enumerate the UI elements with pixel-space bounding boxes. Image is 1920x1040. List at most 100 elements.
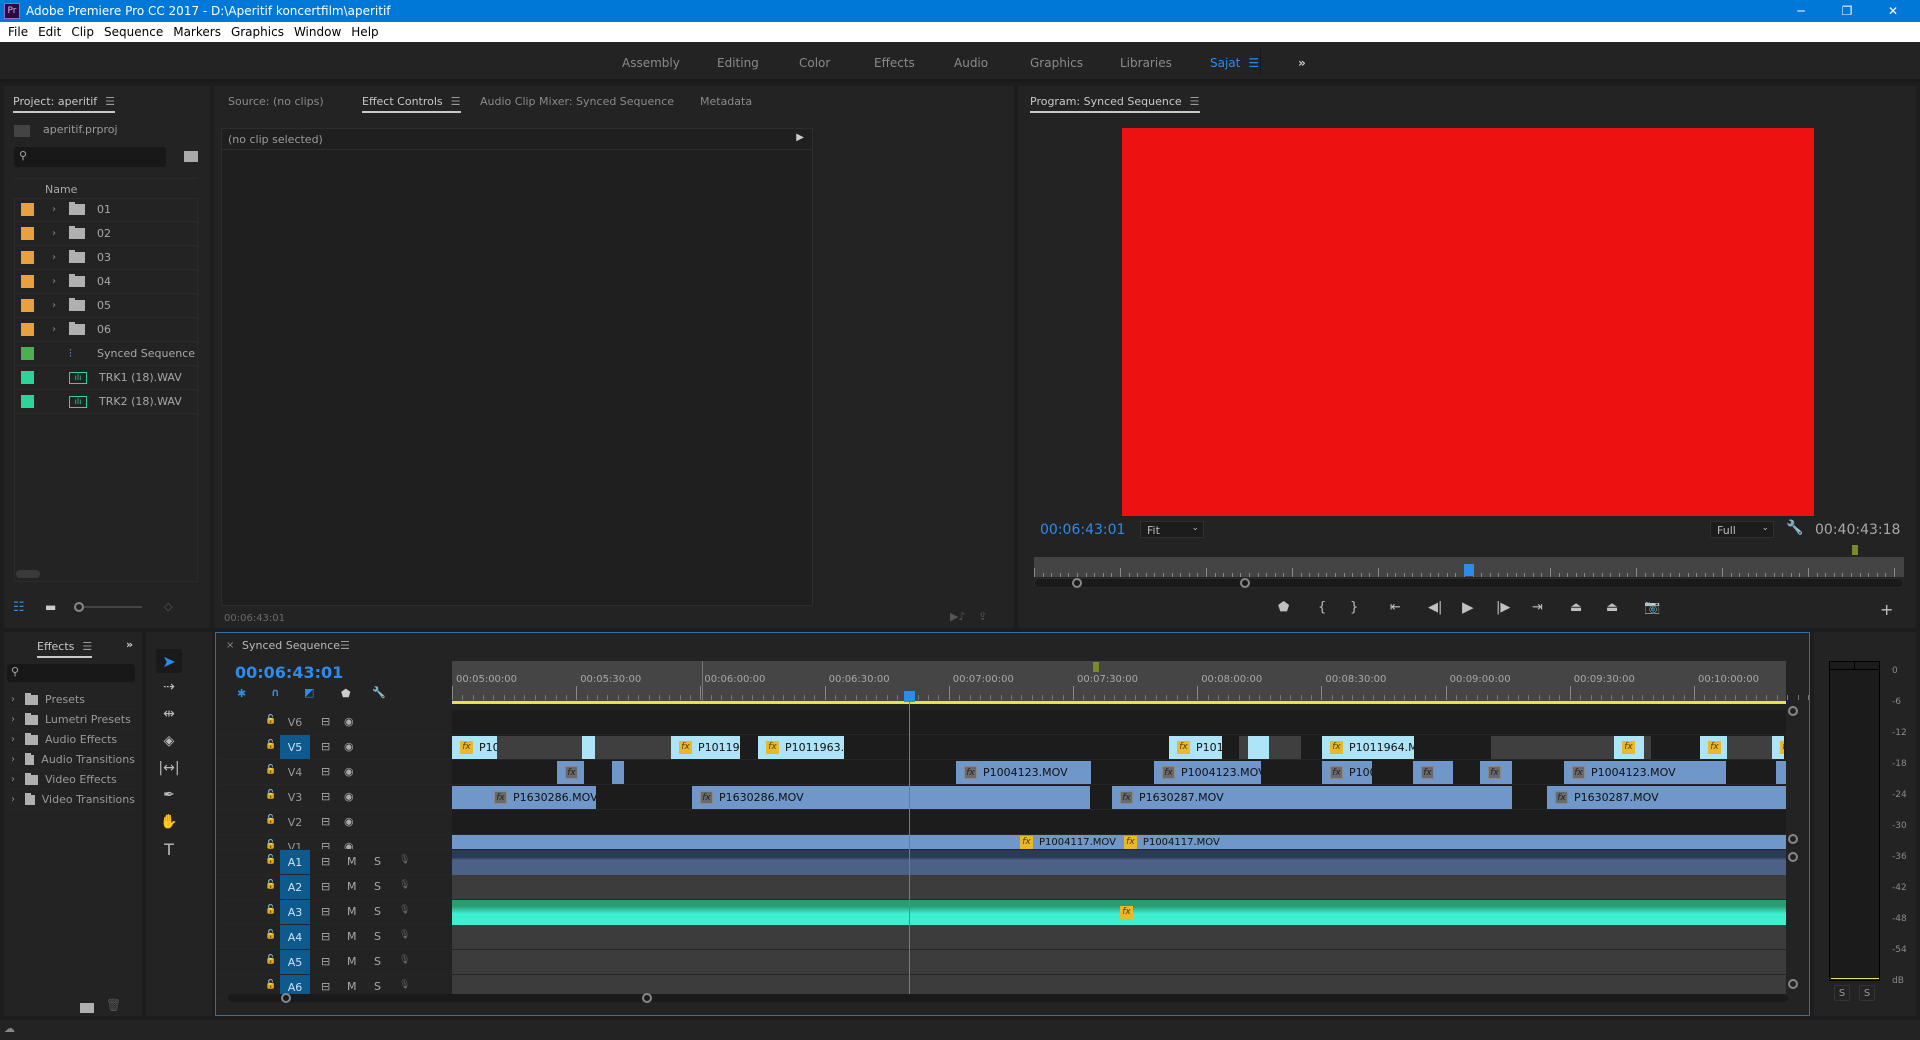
chevron-right-icon[interactable]: ›: [11, 734, 15, 745]
linked-selection-icon[interactable]: ◩: [304, 686, 314, 699]
effects-folder[interactable]: › Audio Effects: [7, 730, 135, 750]
vertical-zoom-handle[interactable]: [1788, 979, 1798, 989]
timeline-playhead-handle[interactable]: [904, 691, 915, 702]
sync-lock-icon[interactable]: ⊟: [321, 980, 330, 993]
tab-source[interactable]: Source: (no clips): [228, 95, 324, 108]
voice-over-mic-icon[interactable]: 🎙: [399, 955, 410, 965]
track-target-v3[interactable]: V3: [280, 785, 310, 809]
chevron-right-icon[interactable]: ›: [11, 794, 15, 805]
vertical-zoom-handle[interactable]: [1788, 852, 1798, 862]
slip-tool-icon[interactable]: |↔|: [156, 756, 182, 780]
track-lane-v6[interactable]: [452, 710, 1786, 735]
extract-icon[interactable]: ⏏: [1606, 600, 1618, 615]
horizontal-scrollbar[interactable]: [16, 570, 40, 578]
eye-icon[interactable]: ◉: [344, 765, 354, 778]
zoom-scrollbar-handle-right[interactable]: [1240, 578, 1250, 588]
program-playhead[interactable]: [1464, 564, 1474, 576]
type-tool-icon[interactable]: T: [156, 837, 182, 861]
menu-icon[interactable]: ☰: [82, 640, 92, 653]
eye-icon[interactable]: ◉: [344, 740, 354, 753]
sync-lock-icon[interactable]: ⊟: [321, 955, 330, 968]
timeline-clip[interactable]: [612, 761, 624, 784]
export-frame-camera-icon[interactable]: 📷: [1644, 600, 1660, 615]
menu-icon[interactable]: ☰: [105, 95, 115, 108]
lift-icon[interactable]: ⏏: [1570, 600, 1582, 615]
chevron-right-icon[interactable]: ›: [11, 774, 15, 785]
timeline-clip[interactable]: fx P101: [1169, 736, 1222, 759]
sync-lock-icon[interactable]: ⊟: [321, 855, 330, 868]
lock-icon[interactable]: 🔓: [265, 980, 276, 990]
solo-button[interactable]: S: [374, 905, 381, 918]
voice-over-mic-icon[interactable]: 🎙: [399, 980, 410, 990]
lock-icon[interactable]: 🔓: [265, 815, 276, 825]
maximize-button[interactable]: ❐: [1826, 0, 1868, 22]
effects-folder[interactable]: › Video Effects: [7, 770, 135, 790]
zoom-level-select[interactable]: Fit ⌄: [1140, 521, 1204, 538]
hand-tool-icon[interactable]: ✋: [156, 810, 182, 834]
solo-button[interactable]: S: [374, 930, 381, 943]
close-button[interactable]: ✕: [1872, 0, 1914, 22]
pen-tool-icon[interactable]: ✒: [156, 783, 182, 807]
workspace-graphics[interactable]: Graphics: [1030, 56, 1083, 70]
bin-up-icon[interactable]: [14, 125, 30, 137]
audio-only-icon[interactable]: ▶♪: [950, 610, 965, 623]
zoom-slider-handle[interactable]: [74, 602, 84, 612]
track-select-tool-icon[interactable]: ⇢: [156, 675, 182, 699]
work-area-bar[interactable]: [452, 701, 1786, 704]
program-timecode[interactable]: 00:06:43:01: [1040, 522, 1125, 538]
timeline-clip[interactable]: fx: [1700, 736, 1727, 759]
track-lane-v3[interactable]: fx P1630286.MOV fx P1630286.MOV fx P1630287.M…: [452, 785, 1786, 810]
lock-icon[interactable]: 🔓: [265, 765, 276, 775]
menu-icon[interactable]: ☰: [451, 95, 461, 108]
voice-over-mic-icon[interactable]: 🎙: [399, 880, 410, 890]
delete-trash-icon[interactable]: 🗑: [106, 998, 121, 1012]
track-target-a2[interactable]: A2: [280, 875, 310, 899]
track-target-v4[interactable]: V4: [280, 760, 310, 784]
timeline-clip[interactable]: fx P1011964.M: [1322, 736, 1414, 759]
solo-button[interactable]: S: [374, 980, 381, 993]
timeline-clip[interactable]: fx P1630287.MOV: [1547, 786, 1786, 809]
lock-icon[interactable]: 🔓: [265, 905, 276, 915]
vertical-zoom-handle[interactable]: [1788, 834, 1798, 844]
menu-icon[interactable]: ☰: [1190, 95, 1200, 108]
new-bin-icon[interactable]: [80, 1003, 94, 1013]
sync-lock-icon[interactable]: ⊟: [321, 840, 330, 849]
effects-tab[interactable]: Effects ☰: [37, 640, 93, 658]
track-lane-a4[interactable]: [452, 925, 1786, 950]
effects-folder[interactable]: › Presets: [7, 690, 135, 710]
track-target-v2[interactable]: V2: [280, 810, 310, 834]
project-tab[interactable]: Project: aperitif ☰: [13, 95, 116, 113]
timeline-clip[interactable]: fx: [1413, 761, 1453, 784]
timeline-clip[interactable]: fx P1004123.MOV: [956, 761, 1091, 784]
minimize-button[interactable]: ─: [1780, 0, 1822, 22]
menu-icon[interactable]: ☰: [340, 639, 350, 652]
solo-button[interactable]: S: [374, 955, 381, 968]
tab-audio-clip-mixer[interactable]: Audio Clip Mixer: Synced Sequence: [480, 95, 674, 108]
mute-button[interactable]: M: [347, 905, 357, 918]
timeline-clip[interactable]: fx: [557, 761, 584, 784]
sequence-tab[interactable]: Synced Sequence: [242, 639, 340, 652]
mute-button[interactable]: M: [347, 880, 357, 893]
voice-over-mic-icon[interactable]: 🎙: [399, 855, 410, 865]
eye-icon[interactable]: ◉: [344, 715, 354, 728]
sync-lock-icon[interactable]: ⊟: [321, 815, 330, 828]
audio-clip-a1[interactable]: [452, 850, 1786, 875]
chevron-right-icon[interactable]: ›: [11, 694, 15, 705]
solo-button[interactable]: S: [374, 880, 381, 893]
scrollbar-handle-right[interactable]: [642, 993, 652, 1003]
track-lane-a1[interactable]: [452, 850, 1786, 875]
mute-button[interactable]: M: [347, 955, 357, 968]
eye-icon[interactable]: ◉: [344, 815, 354, 828]
solo-right-button[interactable]: S: [1859, 985, 1875, 1001]
track-target-a5[interactable]: A5: [280, 950, 310, 974]
timeline-horizontal-scrollbar[interactable]: [228, 994, 1788, 1002]
timeline-clip[interactable]: fx: [1614, 736, 1644, 759]
program-zoom-scrollbar[interactable]: [1034, 578, 1904, 588]
voice-over-mic-icon[interactable]: 🎙: [399, 930, 410, 940]
workspace-overflow-button[interactable]: »: [1298, 56, 1306, 70]
sort-icon[interactable]: ◇: [164, 600, 172, 613]
nest-toggle-icon[interactable]: ✱: [237, 687, 246, 700]
go-to-in-icon[interactable]: ⇤: [1390, 600, 1401, 615]
track-lane-a3[interactable]: fx: [452, 900, 1786, 925]
mark-out-icon[interactable]: }: [1350, 600, 1358, 615]
